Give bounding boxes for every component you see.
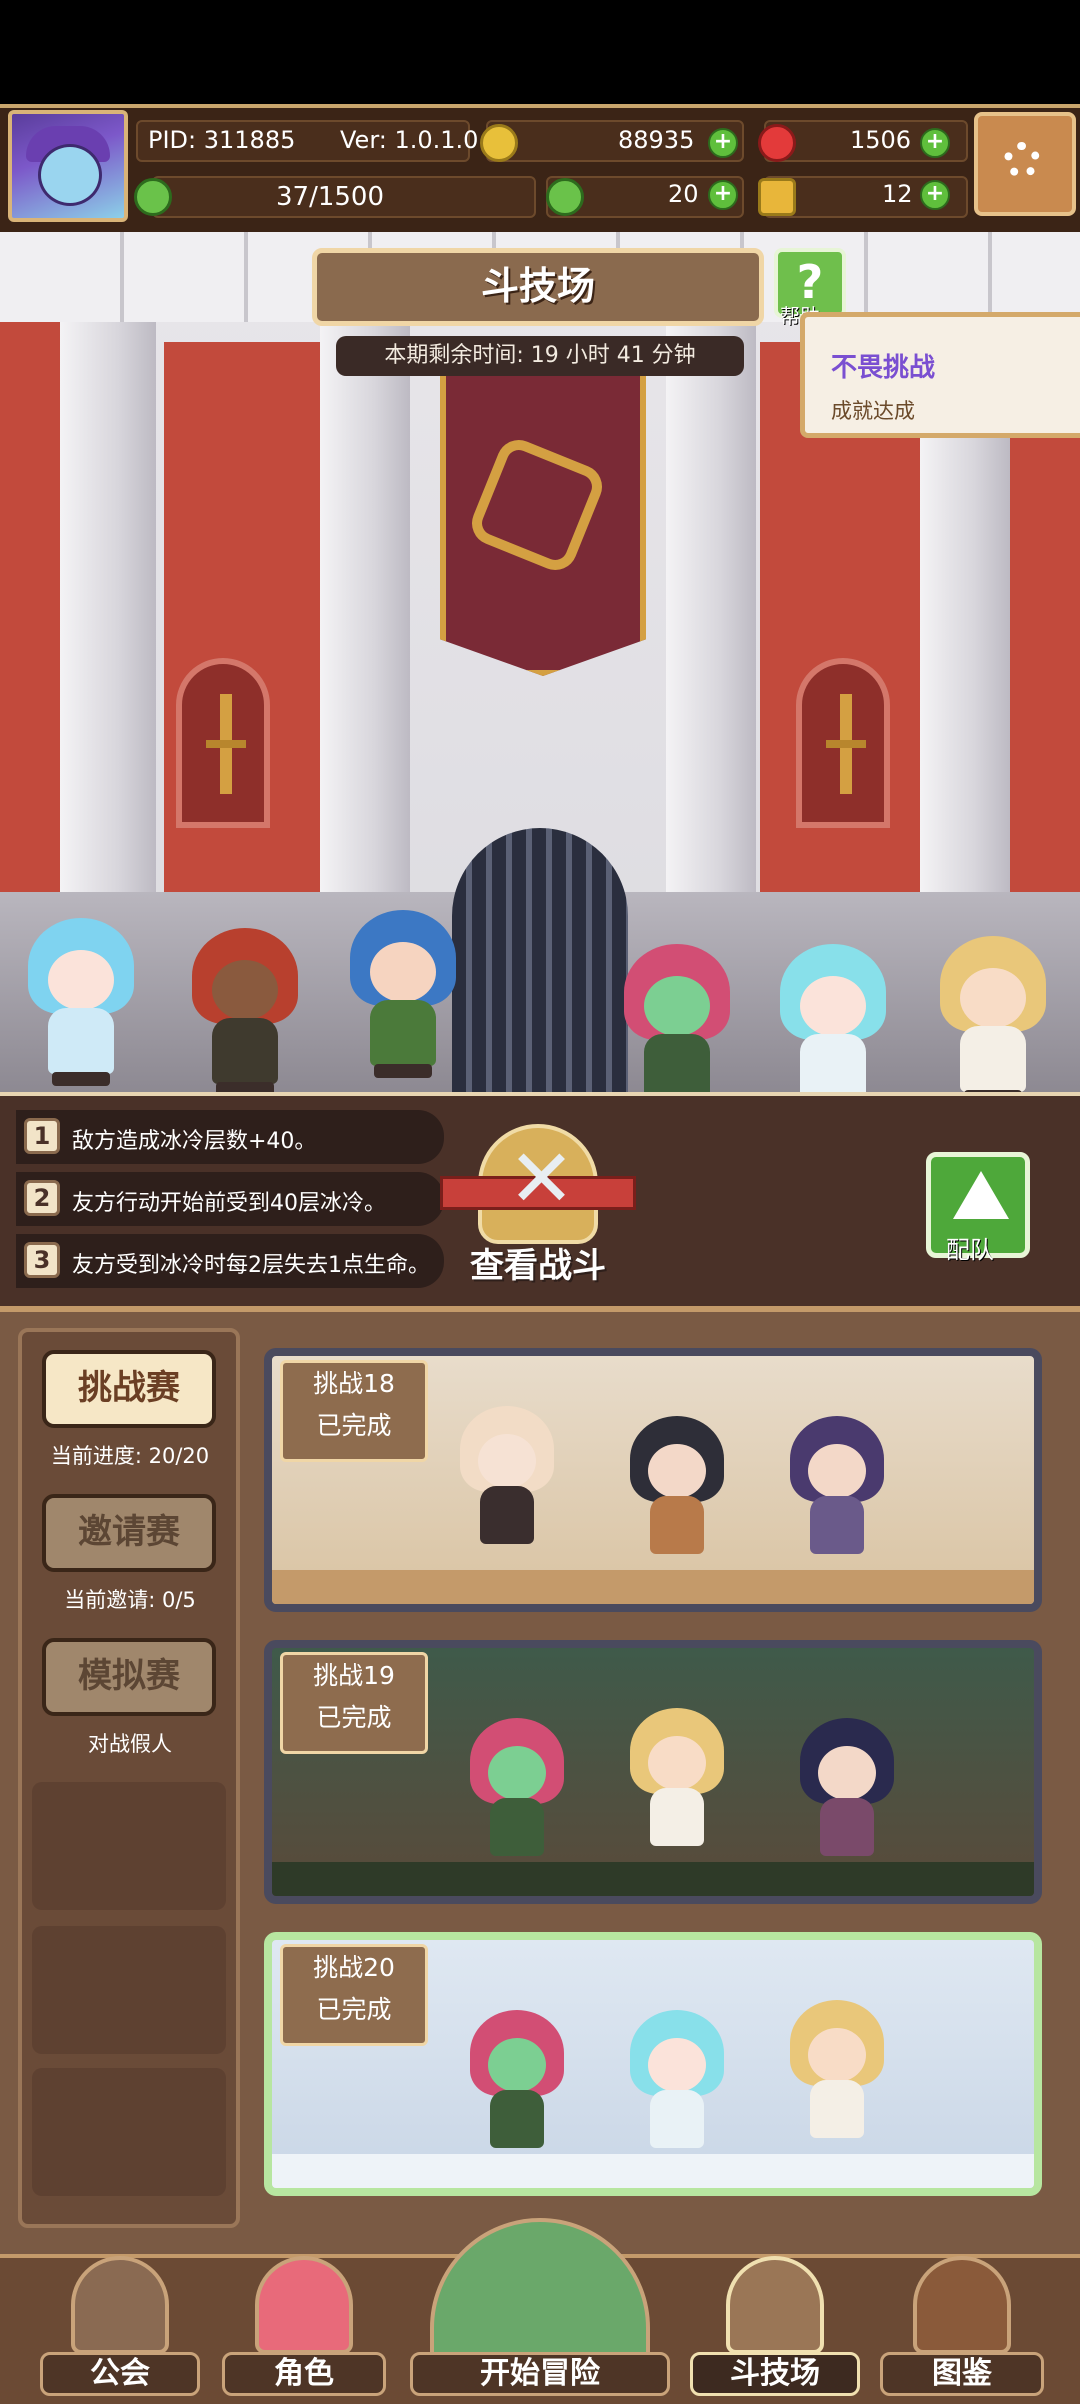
team-pyramid-icon [953,1171,1009,1219]
rule-row-1: 1 敌方造成冰冷层数+40。 [16,1110,444,1164]
challenge-card-19[interactable]: 挑战19 已完成 [264,1640,1042,1904]
challenge-title: 挑战18 [313,1369,395,1398]
invite-mode-button[interactable]: 邀请赛 [42,1494,216,1572]
map-magnifier-icon [430,2218,650,2368]
guild-house-icon [71,2256,169,2354]
empty-slot [32,2068,226,2196]
rule-number: 1 [24,1118,60,1154]
red-gem-icon [758,124,796,162]
achievement-title: 不畏挑战 [831,353,936,383]
challenge-status: 已完成 [316,1995,392,2024]
clover-icon [546,178,584,216]
add-gold-button[interactable]: + [708,128,738,158]
nav-codex-label: 图鉴 [880,2352,1044,2396]
nav-guild-label: 公会 [40,2352,200,2396]
rule-row-3: 3 友方受到冰冷时每2层失去1点生命。 [16,1234,444,1288]
token-value: 12 [882,180,913,208]
hero-green-archer [614,944,740,1114]
gem-value: 1506 [850,126,912,154]
book-icon [913,2256,1011,2354]
challenge-status: 已完成 [316,1703,392,1732]
challenge-tag: 挑战20 已完成 [280,1944,428,2046]
nav-guild[interactable]: 公会 [40,2252,200,2400]
gold-value: 88935 [618,126,695,154]
challenge-title: 挑战19 [313,1661,395,1690]
challenge-tag: 挑战18 已完成 [280,1360,428,1462]
challenge-mode-button[interactable]: 挑战赛 [42,1350,216,1428]
avatar-face [38,144,102,206]
view-battle-button[interactable]: ✕ 查看战斗 [438,1124,638,1290]
crossed-swords-icon [726,2256,824,2354]
invite-count: 当前邀请: 0/5 [64,1588,196,1612]
crossed-swords-icon: ✕ [508,1132,576,1225]
challenge-title: 挑战20 [313,1953,395,1982]
team-setup-label: 配队 [946,1236,994,1264]
nav-arena-label: 斗技场 [690,2352,860,2396]
pid-label: PID: 311885 [148,126,296,154]
nav-codex[interactable]: 图鉴 [880,2252,1044,2400]
settings-button[interactable] [974,112,1076,216]
arena-gate [452,828,628,1092]
challenge-status: 已完成 [316,1411,392,1440]
rule-number: 2 [24,1180,60,1216]
gold-pill [486,120,744,162]
page-title: 斗技场 [312,248,764,326]
clover-energy-icon [134,178,172,216]
token-icon [758,178,796,216]
empty-slot [32,1782,226,1910]
challenge-progress: 当前进度: 20/20 [50,1444,210,1468]
challenge-card-18[interactable]: 挑战18 已完成 [264,1348,1042,1612]
rule-text: 友方受到冰冷时每2层失去1点生命。 [72,1253,430,1278]
energy-value: 37/1500 [276,182,385,212]
add-token-button[interactable]: + [920,180,950,210]
hero-golden-angel [930,936,1056,1106]
nav-start-adventure[interactable]: 开始冒险 [410,2214,670,2400]
version-label: Ver: 1.0.1.0 [340,126,479,154]
arena-banner [440,370,646,676]
character-face-icon [255,2256,353,2354]
gold-coin-icon [480,124,518,162]
nav-arena[interactable]: 斗技场 [690,2252,860,2400]
hero-dragon-knight [340,910,466,1080]
hero-winged-healer [770,944,896,1114]
mock-description: 对战假人 [88,1732,172,1756]
mock-mode-button[interactable]: 模拟赛 [42,1638,216,1716]
player-avatar[interactable] [8,110,128,222]
gear-icon [1004,142,1040,178]
clover-value: 20 [668,180,699,208]
add-clover-button[interactable]: + [708,180,738,210]
nav-characters-label: 角色 [222,2352,386,2396]
hero-ice-mage [18,918,144,1088]
challenge-card-20[interactable]: 挑战20 已完成 [264,1932,1042,2196]
challenge-tag: 挑战19 已完成 [280,1652,428,1754]
nav-characters[interactable]: 角色 [222,2252,386,2400]
rule-number: 3 [24,1242,60,1278]
empty-slot [32,1926,226,2054]
season-timer: 本期剩余时间: 19 小时 41 分钟 [336,336,744,376]
rule-text: 敌方造成冰冷层数+40。 [72,1129,317,1154]
hero-red-warrior [182,928,308,1098]
achievement-subtitle: 成就达成 [831,399,915,423]
rule-text: 友方行动开始前受到40层冰冷。 [72,1191,386,1216]
add-gem-button[interactable]: + [920,128,950,158]
achievement-toast: 不畏挑战 成就达成 [800,312,1080,438]
rule-row-2: 2 友方行动开始前受到40层冰冷。 [16,1172,444,1226]
sword-niche-right [796,658,890,828]
sword-niche-left [176,658,270,828]
view-battle-label: 查看战斗 [470,1246,606,1286]
nav-adventure-label: 开始冒险 [410,2352,670,2396]
